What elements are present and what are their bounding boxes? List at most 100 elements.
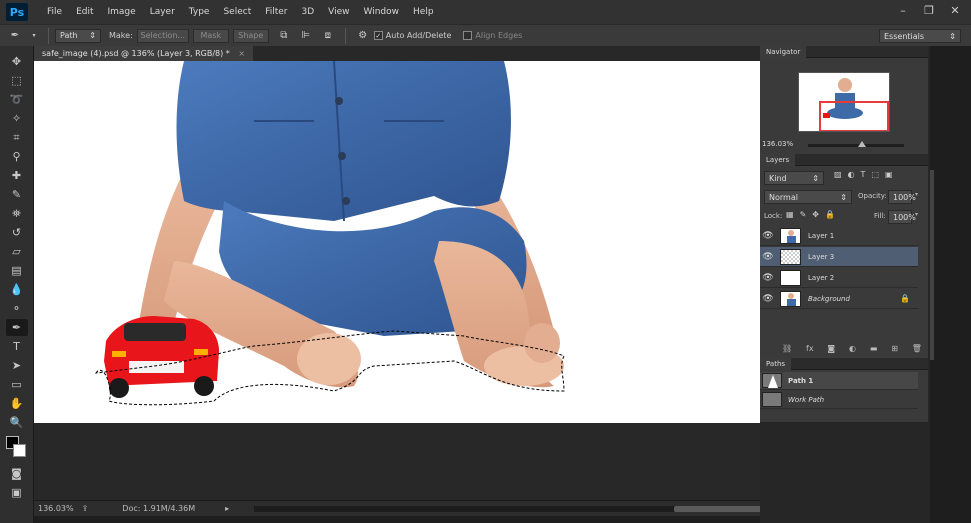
background-color[interactable] [12,444,26,457]
menu-file[interactable]: File [40,7,69,17]
marquee-tool-icon[interactable]: ⬚ [6,72,28,89]
new-layer-icon[interactable]: ⊞ [891,344,898,353]
blend-mode-select[interactable]: Normal ⇕ [764,190,852,204]
blur-tool-icon[interactable]: 💧 [6,281,28,298]
workspace-select[interactable]: Essentials ⇕ [879,29,961,43]
pen-tool-preset-icon[interactable]: ✒ [8,29,22,43]
quick-mask-icon[interactable]: ◙ [6,465,28,482]
align-edges-checkbox[interactable] [463,31,473,40]
layers-scrollbar[interactable] [930,170,934,360]
layer-row[interactable]: 👁 Layer 3 [760,247,918,267]
visibility-eye-icon[interactable]: 👁 [760,252,776,262]
layers-tab[interactable]: Layers [760,153,796,166]
new-group-icon[interactable]: ▬ [870,344,878,353]
path-operations-icon[interactable]: ⧉ [277,29,291,43]
clone-stamp-tool-icon[interactable]: ⛯ [6,205,28,222]
close-tab-icon[interactable]: × [238,49,245,58]
layer-row[interactable]: 👁 Layer 1 [760,226,918,246]
menu-3d[interactable]: 3D [295,7,322,17]
chevron-down-icon[interactable]: ▾ [30,29,38,43]
menu-layer[interactable]: Layer [143,7,182,17]
crop-tool-icon[interactable]: ⌗ [6,129,28,146]
color-swatches[interactable] [5,435,29,461]
link-layers-icon[interactable]: ⛓ [782,344,792,353]
navigator-view-box[interactable] [819,101,889,131]
layer-filter-select[interactable]: Kind ⇕ [764,171,824,185]
menu-help[interactable]: Help [406,7,441,17]
menu-edit[interactable]: Edit [69,7,100,17]
visibility-eye-icon[interactable]: 👁 [760,294,776,304]
lock-all-icon[interactable]: 🔒 [825,210,835,219]
pen-tool-icon[interactable]: ✒ [5,319,28,336]
gear-icon[interactable]: ⚙ [356,29,370,43]
visibility-eye-icon[interactable]: 👁 [760,273,776,283]
pixel-filter-icon[interactable]: ▨ [834,170,842,179]
menu-image[interactable]: Image [101,7,143,17]
canvas[interactable] [34,61,760,423]
shape-button[interactable]: Shape [232,28,269,43]
magic-wand-tool-icon[interactable]: ✧ [6,110,28,127]
navigator-zoom-slider[interactable] [808,141,904,147]
document-tab[interactable]: safe_image (4).psd @ 136% (Layer 3, RGB/… [34,46,254,61]
hand-tool-icon[interactable]: ✋ [6,395,28,412]
tool-mode-select[interactable]: Path ⇕ [55,28,101,43]
dodge-tool-icon[interactable]: ⚬ [6,300,28,317]
restore-button[interactable]: ❐ [921,3,937,19]
visibility-eye-icon[interactable]: 👁 [760,231,776,241]
brush-tool-icon[interactable]: ✎ [6,186,28,203]
menu-type[interactable]: Type [182,7,217,17]
fill-dropdown-icon[interactable]: ▾ [915,211,918,218]
zoom-tool-icon[interactable]: 🔍 [6,414,28,431]
layer-row[interactable]: 👁 Background 🔒 [760,289,918,309]
lock-position-icon[interactable]: ✥ [812,210,819,219]
adjustment-layer-icon[interactable]: ◐ [849,344,856,353]
navigator-zoom[interactable]: 136.03% [762,140,793,148]
path-row[interactable]: Work Path [760,391,918,409]
path-selection-tool-icon[interactable]: ➤ [6,357,28,374]
path-alignment-icon[interactable]: ⊫ [299,29,313,43]
selection-button[interactable]: Selection... [136,28,189,43]
layer-style-icon[interactable]: fx [806,344,814,353]
canvas-area[interactable] [34,61,760,500]
close-button[interactable]: ✕ [947,3,963,19]
lasso-tool-icon[interactable]: ➰ [6,91,28,108]
path-arrangement-icon[interactable]: ⧈ [321,29,335,43]
navigator-thumbnail[interactable] [798,72,890,132]
paths-tab[interactable]: Paths [760,357,792,370]
mask-button[interactable]: Mask [192,28,229,43]
navigator-slider-knob[interactable] [858,141,866,147]
add-mask-icon[interactable]: ◙ [827,344,835,353]
navigator-tab[interactable]: Navigator [760,45,807,58]
move-tool-icon[interactable]: ✥ [6,53,28,70]
shape-filter-icon[interactable]: ⬚ [871,170,879,179]
type-tool-icon[interactable]: T [6,338,28,355]
path-row[interactable]: Path 1 [760,372,918,390]
gradient-tool-icon[interactable]: ▤ [6,262,28,279]
zoom-level[interactable]: 136.03% [38,504,74,513]
opacity-input[interactable]: 100% [888,190,916,204]
eraser-tool-icon[interactable]: ▱ [6,243,28,260]
eyedropper-tool-icon[interactable]: ⚲ [6,148,28,165]
export-icon[interactable]: ⇪ [82,504,89,513]
status-menu-arrow-icon[interactable]: ▸ [225,504,229,513]
fill-input[interactable]: 100% [888,210,916,224]
menu-window[interactable]: Window [357,7,407,17]
menu-view[interactable]: View [321,7,356,17]
lock-image-icon[interactable]: ✎ [800,210,807,219]
history-brush-tool-icon[interactable]: ↺ [6,224,28,241]
rectangle-tool-icon[interactable]: ▭ [6,376,28,393]
auto-add-delete-checkbox[interactable]: ✓ [373,31,383,40]
healing-brush-tool-icon[interactable]: ✚ [6,167,28,184]
shirt-button [335,97,343,105]
type-filter-icon[interactable]: T [861,170,866,179]
menu-filter[interactable]: Filter [258,7,294,17]
opacity-dropdown-icon[interactable]: ▾ [915,191,918,198]
adjustment-filter-icon[interactable]: ◐ [848,170,855,179]
trash-icon[interactable]: 🗑 [912,344,922,353]
menu-select[interactable]: Select [216,7,258,17]
layer-row[interactable]: 👁 Layer 2 [760,268,918,288]
screen-mode-icon[interactable]: ▣ [6,484,28,501]
lock-transparent-icon[interactable]: ▦ [786,210,794,219]
minimize-button[interactable]: – [895,3,911,19]
smart-object-filter-icon[interactable]: ▣ [885,170,893,179]
